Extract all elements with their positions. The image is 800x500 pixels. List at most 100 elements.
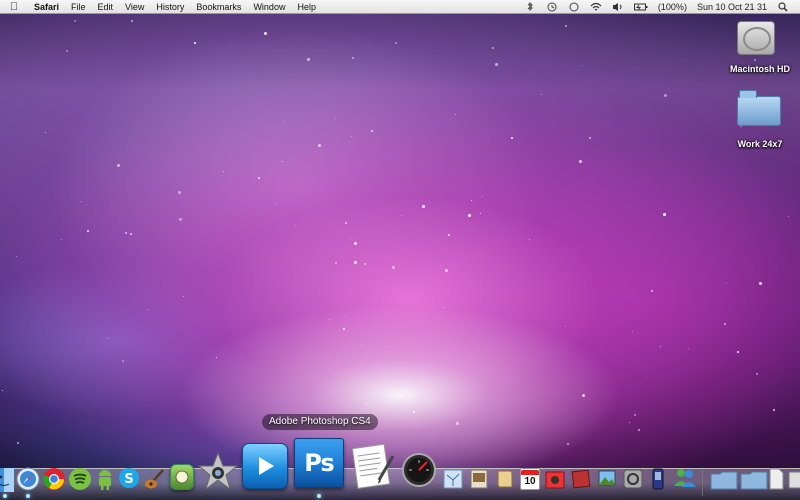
wallpaper-star [471, 200, 472, 201]
wifi-icon[interactable] [590, 2, 602, 12]
wallpaper-star [395, 42, 397, 44]
wallpaper-star [773, 409, 775, 411]
garageband-icon[interactable] [143, 466, 169, 490]
photo-booth-icon[interactable] [544, 468, 566, 490]
phone-icon[interactable] [650, 468, 666, 490]
wallpaper-star [582, 394, 585, 397]
menu-file[interactable]: File [65, 0, 92, 14]
wallpaper-star [307, 58, 310, 61]
finder-icon[interactable] [0, 468, 14, 492]
spotify-icon[interactable] [68, 467, 92, 491]
preview-icon[interactable] [468, 468, 490, 490]
sync-icon[interactable] [568, 2, 580, 12]
battery-icon[interactable] [633, 2, 648, 12]
wallpaper-star [107, 338, 108, 339]
menu-window[interactable]: Window [247, 0, 291, 14]
wallpaper-star [345, 315, 346, 316]
folder-icon [737, 96, 783, 136]
volume-icon[interactable] [612, 2, 624, 12]
wallpaper-star [480, 213, 481, 214]
menu-help[interactable]: Help [291, 0, 322, 14]
textedit-icon[interactable] [349, 442, 397, 490]
wallpaper-star [194, 42, 196, 44]
apple-menu-icon[interactable]:  [0, 0, 28, 14]
menu-app-safari[interactable]: Safari [28, 0, 65, 14]
iphoto-screen-icon[interactable] [170, 464, 194, 490]
wallpaper-star [448, 234, 450, 236]
wallpaper-star [567, 443, 569, 445]
menu-clock[interactable]: Sun 10 Oct 21 31 [692, 0, 772, 14]
imovie-icon[interactable] [198, 452, 238, 490]
wallpaper-star [343, 328, 345, 330]
wallpaper-star [329, 319, 330, 320]
system-preferences-icon[interactable] [622, 468, 644, 490]
wallpaper-star [371, 130, 373, 132]
menu-history[interactable]: History [150, 0, 190, 14]
desktop-icon-macintosh-hd[interactable]: Macintosh HD [720, 18, 800, 74]
wallpaper-star [651, 290, 653, 292]
mail-icon[interactable] [442, 468, 464, 490]
wallpaper-star [632, 331, 633, 332]
wallpaper-star [455, 114, 456, 115]
quicktime-player-icon[interactable] [242, 443, 288, 489]
menu-view[interactable]: View [119, 0, 150, 14]
spotlight-search-icon[interactable] [777, 1, 789, 12]
wallpaper-star [589, 137, 591, 139]
photoshop-cs4-icon[interactable]: Ps [294, 438, 344, 488]
downloads-stack-icon[interactable] [788, 470, 800, 490]
wallpaper-star [759, 282, 762, 285]
wallpaper-star [445, 269, 448, 272]
wallpaper-star [443, 307, 444, 308]
wallpaper-star [724, 323, 726, 325]
wallpaper-star [122, 360, 124, 362]
file-stack-icon[interactable] [768, 468, 784, 490]
wallpaper-star [179, 218, 182, 221]
script-editor-icon[interactable] [494, 468, 516, 490]
android-icon[interactable] [96, 468, 114, 490]
wallpaper-star [295, 225, 296, 226]
wallpaper-star [183, 296, 184, 297]
wallpaper-star [663, 213, 666, 216]
photoshop-label: Ps [304, 449, 334, 477]
menu-edit[interactable]: Edit [92, 0, 120, 14]
chrome-icon[interactable] [42, 467, 66, 491]
wallpaper-star [131, 20, 133, 22]
battery-percentage[interactable]: (100%) [653, 0, 692, 14]
wallpaper-star [282, 161, 283, 162]
wallpaper-star [638, 429, 640, 431]
wallpaper-star [178, 191, 181, 194]
dock-divider [702, 470, 703, 496]
dock-tooltip: Adobe Photoshop CS4 [262, 414, 378, 430]
applications-folder-icon[interactable] [710, 470, 738, 490]
hard-drive-icon [737, 21, 783, 61]
desktop-icon-work-folder[interactable]: Work 24x7 [720, 88, 800, 149]
wallpaper-star [354, 261, 357, 264]
wallpaper-star [529, 239, 530, 240]
wallpaper-star [258, 177, 260, 179]
wallpaper-star [216, 357, 217, 358]
calendar-day: 10 [524, 475, 536, 487]
bluetooth-icon[interactable] [524, 1, 536, 12]
ical-icon[interactable]: 10 [520, 468, 540, 490]
photo-stack-icon[interactable] [570, 468, 592, 490]
desktop-icon-label: Work 24x7 [737, 139, 783, 149]
wallpaper-star [541, 94, 542, 95]
wallpaper-star [726, 283, 727, 284]
dashboard-icon[interactable] [401, 452, 437, 488]
wallpaper-star [45, 132, 46, 133]
safari-icon[interactable] [16, 467, 40, 491]
wallpaper-star [87, 230, 89, 232]
wallpaper-star [579, 160, 582, 163]
wallpaper-star [223, 171, 224, 172]
messenger-icon[interactable] [672, 466, 698, 490]
iphoto-icon[interactable] [596, 468, 618, 490]
skype-icon[interactable]: S [118, 467, 140, 489]
wallpaper-star [16, 256, 17, 257]
wallpaper-star [351, 136, 352, 137]
documents-folder-icon[interactable] [740, 470, 768, 490]
running-indicator-safari [26, 494, 30, 498]
menu-bookmarks[interactable]: Bookmarks [190, 0, 247, 14]
wallpaper-star [61, 239, 62, 240]
wallpaper-star [482, 196, 483, 197]
time-machine-icon[interactable] [546, 2, 558, 12]
